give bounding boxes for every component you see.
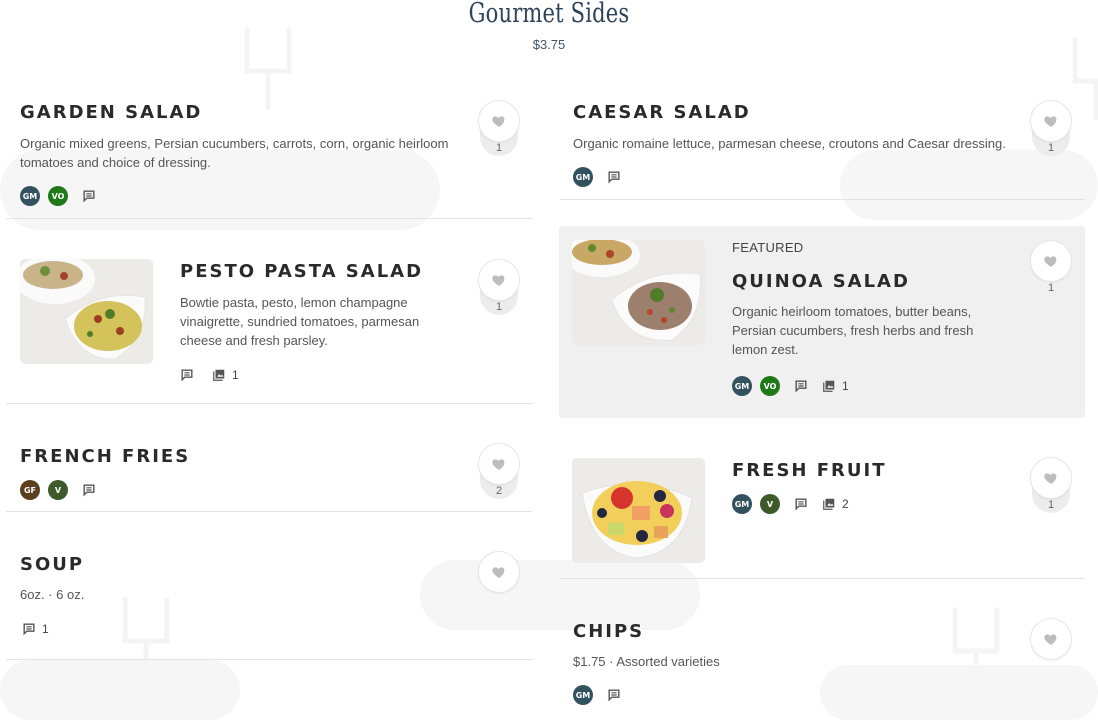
fresh-fruit-photo[interactable] bbox=[572, 458, 705, 563]
background-decoration bbox=[420, 560, 700, 630]
item-name: PESTO PASTA SALAD bbox=[180, 261, 424, 282]
photos-button[interactable]: 1 bbox=[822, 379, 849, 393]
section-title: Gourmet Sides bbox=[468, 0, 630, 29]
like-button[interactable]: 1 bbox=[1030, 457, 1072, 513]
menu-item-chips[interactable]: CHIPS $1.75 · Assorted varieties GM bbox=[573, 621, 1013, 711]
item-name: SOUP bbox=[20, 554, 85, 575]
comment-icon bbox=[607, 170, 621, 184]
comments-button[interactable]: 1 bbox=[22, 622, 49, 636]
comments-button[interactable] bbox=[607, 170, 621, 184]
heart-icon bbox=[478, 100, 520, 142]
comment-icon bbox=[82, 189, 96, 203]
pesto-pasta-salad-photo[interactable] bbox=[20, 259, 153, 364]
like-button[interactable]: 1 bbox=[1030, 240, 1072, 296]
menu-item-caesar-salad[interactable]: CAESAR SALAD Organic romaine lettuce, pa… bbox=[573, 102, 1033, 192]
item-divider bbox=[6, 511, 532, 512]
heart-icon bbox=[1030, 457, 1072, 499]
item-description: Organic heirloom tomatoes, butter beans,… bbox=[732, 304, 974, 357]
dietary-badges: GM bbox=[573, 685, 1013, 705]
item-divider bbox=[6, 403, 532, 404]
item-name: FRENCH FRIES bbox=[20, 446, 191, 467]
menu-item-pesto-pasta-salad[interactable]: PESTO PASTA SALAD Bowtie pasta, pesto, l… bbox=[180, 261, 470, 391]
heart-icon bbox=[478, 551, 520, 593]
heart-icon bbox=[1030, 100, 1072, 142]
comment-icon bbox=[794, 379, 808, 393]
photos-icon bbox=[212, 368, 226, 382]
comment-icon bbox=[180, 368, 194, 382]
item-description: 6oz. · 6 oz. bbox=[20, 587, 85, 602]
heart-icon bbox=[1030, 618, 1072, 660]
item-description: Organic mixed greens, Persian cucumbers,… bbox=[20, 136, 449, 170]
item-description: Organic romaine lettuce, parmesan cheese… bbox=[573, 136, 1006, 151]
like-button[interactable]: 1 bbox=[1030, 100, 1072, 156]
quinoa-salad-photo[interactable] bbox=[572, 240, 705, 345]
item-name: QUINOA SALAD bbox=[732, 271, 910, 292]
comments-button[interactable] bbox=[794, 497, 808, 511]
featured-label: FEATURED bbox=[732, 240, 804, 255]
photos-button[interactable]: 1 bbox=[212, 368, 239, 382]
badge-v: V bbox=[48, 480, 68, 500]
menu-item-french-fries[interactable]: FRENCH FRIES GF V bbox=[20, 446, 460, 506]
item-name: GARDEN SALAD bbox=[20, 102, 203, 123]
like-button[interactable]: 1 bbox=[478, 259, 520, 315]
item-name: FRESH FRUIT bbox=[732, 460, 887, 481]
heart-icon bbox=[478, 259, 520, 301]
dietary-badges: GF V bbox=[20, 480, 460, 500]
comments-button[interactable] bbox=[82, 189, 96, 203]
badge-gm: GM bbox=[732, 376, 752, 396]
photo-count: 2 bbox=[842, 497, 849, 511]
badge-gm: GM bbox=[573, 685, 593, 705]
item-divider bbox=[560, 199, 1085, 200]
photo-count: 1 bbox=[842, 379, 849, 393]
like-button[interactable] bbox=[1030, 618, 1072, 660]
badge-gm: GM bbox=[732, 494, 752, 514]
menu-item-fresh-fruit[interactable]: FRESH FRUIT GM V 2 bbox=[732, 460, 1012, 530]
dietary-badges: GM VO bbox=[20, 186, 520, 206]
badge-gm: GM bbox=[20, 186, 40, 206]
comments-button[interactable] bbox=[607, 688, 621, 702]
like-button[interactable]: 2 bbox=[478, 443, 520, 499]
comment-count: 1 bbox=[42, 622, 49, 636]
item-name: CHIPS bbox=[573, 621, 645, 642]
item-divider bbox=[560, 578, 1085, 579]
photo-count: 1 bbox=[232, 368, 239, 382]
menu-item-soup[interactable]: SOUP 6oz. · 6 oz. 1 bbox=[20, 554, 460, 644]
dietary-badges: GM V 2 bbox=[732, 494, 1012, 514]
like-button[interactable]: 1 bbox=[478, 100, 520, 156]
section-header: Gourmet Sides $3.75 bbox=[0, 0, 1098, 52]
dietary-badges: GM VO 1 bbox=[732, 376, 1012, 396]
like-button[interactable] bbox=[478, 551, 520, 593]
menu-item-quinoa-salad[interactable]: FEATURED QUINOA SALAD Organic heirloom t… bbox=[732, 240, 1012, 410]
badge-v: V bbox=[760, 494, 780, 514]
comment-icon bbox=[22, 622, 36, 636]
item-actions: 1 bbox=[180, 368, 470, 382]
photos-icon bbox=[822, 379, 836, 393]
comments-button[interactable] bbox=[82, 483, 96, 497]
heart-icon bbox=[1030, 240, 1072, 282]
comments-button[interactable] bbox=[180, 368, 194, 382]
badge-vo: VO bbox=[760, 376, 780, 396]
menu-item-garden-salad[interactable]: GARDEN SALAD Organic mixed greens, Persi… bbox=[20, 102, 520, 212]
item-name: CAESAR SALAD bbox=[573, 102, 751, 123]
photos-icon bbox=[822, 497, 836, 511]
background-decoration bbox=[0, 660, 240, 720]
item-description: Bowtie pasta, pesto, lemon champagne vin… bbox=[180, 295, 420, 348]
heart-icon bbox=[478, 443, 520, 485]
comment-icon bbox=[82, 483, 96, 497]
item-divider bbox=[6, 659, 532, 660]
badge-gm: GM bbox=[573, 167, 593, 187]
item-divider bbox=[6, 218, 532, 219]
comments-button[interactable] bbox=[794, 379, 808, 393]
badge-gf: GF bbox=[20, 480, 40, 500]
comment-icon bbox=[794, 497, 808, 511]
item-description: $1.75 · Assorted varieties bbox=[573, 654, 720, 669]
item-actions: 1 bbox=[20, 622, 460, 636]
photos-button[interactable]: 2 bbox=[822, 497, 849, 511]
comment-icon bbox=[607, 688, 621, 702]
dietary-badges: GM bbox=[573, 167, 1033, 187]
section-price: $3.75 bbox=[532, 37, 566, 52]
badge-vo: VO bbox=[48, 186, 68, 206]
